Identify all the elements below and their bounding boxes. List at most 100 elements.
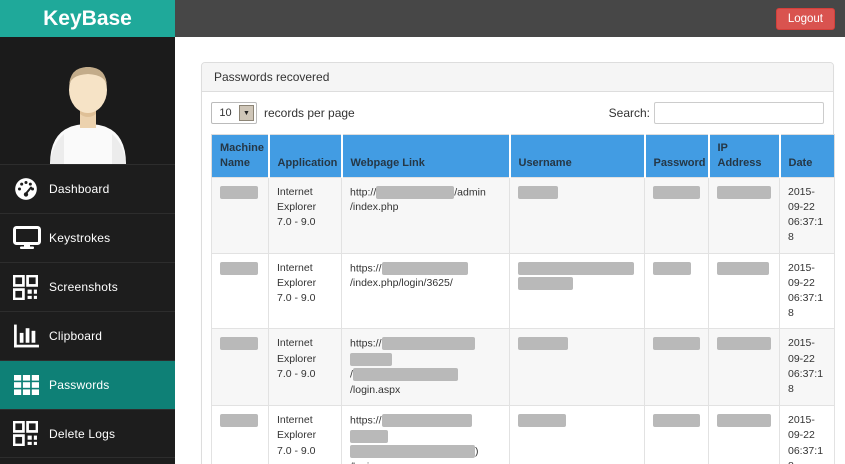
cell-machine-name xyxy=(211,176,269,254)
redacted-value xyxy=(518,261,634,275)
cell-webpage-link: http:///admin/index.php xyxy=(341,176,510,254)
redacted-value xyxy=(376,185,455,199)
records-per-page: 10 ▼ records per page xyxy=(211,102,355,124)
cell-password xyxy=(644,328,709,407)
app-title: KeyBase xyxy=(43,6,132,30)
search-label: Search: xyxy=(608,106,650,120)
panel-body: 10 ▼ records per page Search: Machine Na… xyxy=(202,92,835,464)
redacted-value xyxy=(717,337,771,351)
bar-chart-icon xyxy=(13,322,49,350)
chevron-down-icon: ▼ xyxy=(239,105,254,121)
cell-date: 2015-09-22 06:37:18 xyxy=(779,405,835,464)
sidebar-item-delete-logs[interactable]: Delete Logs xyxy=(0,409,175,458)
search-bar: Search: xyxy=(609,102,824,124)
table-controls: 10 ▼ records per page Search: xyxy=(211,102,824,124)
table-row: Internet Explorer 7.0 - 9.0 https:///inde… xyxy=(211,252,835,330)
redacted-value xyxy=(518,337,568,351)
cell-webpage-link: https:///index.php/login/3625/ xyxy=(341,252,510,330)
column-header-webpage-link[interactable]: Webpage Link xyxy=(340,134,510,178)
search-input[interactable] xyxy=(654,102,824,124)
cell-webpage-link: https://)/login.aspx xyxy=(341,405,510,464)
sidebar-item-screenshots[interactable]: Screenshots xyxy=(0,262,175,311)
top-bar: Logout xyxy=(175,0,845,37)
redacted-value xyxy=(350,445,475,459)
redacted-value xyxy=(653,337,700,351)
records-per-page-value: 10 xyxy=(219,107,232,119)
cell-application: Internet Explorer 7.0 - 9.0 xyxy=(268,176,342,254)
cell-machine-name xyxy=(211,252,269,330)
table-header-row: Machine Name Application Webpage Link Usern… xyxy=(211,134,835,178)
sidebar: Dashboard Keystrokes Screenshots Clipboa… xyxy=(0,37,175,464)
monitor-icon xyxy=(13,224,49,252)
cell-ip-address xyxy=(708,405,780,464)
passwords-panel: Passwords recovered 10 ▼ records per pag… xyxy=(201,62,835,464)
user-avatar-image xyxy=(49,67,126,164)
redacted-value xyxy=(220,337,258,351)
redacted-value xyxy=(352,368,458,382)
redacted-value xyxy=(381,414,472,428)
redacted-value xyxy=(717,185,771,199)
redacted-value xyxy=(518,185,558,199)
cell-application: Internet Explorer 7.0 - 9.0 xyxy=(268,405,342,464)
keybase-app: KeyBase Logout Dashboard Keystrokes Scre… xyxy=(0,0,845,464)
column-header-date[interactable]: Date xyxy=(778,134,835,178)
brand-header: KeyBase xyxy=(0,0,175,37)
cell-date: 2015-09-22 06:37:18 xyxy=(779,176,835,254)
column-header-username[interactable]: Username xyxy=(508,134,645,178)
sidebar-item-label: Delete Logs xyxy=(49,426,116,441)
cell-machine-name xyxy=(211,328,269,407)
passwords-table-body: Internet Explorer 7.0 - 9.0 http:///admin… xyxy=(211,176,835,464)
redacted-value xyxy=(381,261,468,275)
cell-username xyxy=(509,328,645,407)
table-row: Internet Explorer 7.0 - 9.0 https:////log… xyxy=(211,328,835,407)
cell-date: 2015-09-22 06:37:18 xyxy=(779,328,835,407)
redacted-value xyxy=(518,277,573,291)
sidebar-item-passwords[interactable]: Passwords xyxy=(0,360,175,409)
redacted-value xyxy=(653,414,700,428)
column-header-machine-name[interactable]: Machine Name xyxy=(211,134,269,178)
column-header-password[interactable]: Password xyxy=(643,134,709,178)
cell-application: Internet Explorer 7.0 - 9.0 xyxy=(268,328,342,407)
table-row: Internet Explorer 7.0 - 9.0 http:///admin… xyxy=(211,176,835,254)
redacted-value xyxy=(350,352,392,366)
sidebar-item-label: Dashboard xyxy=(49,182,110,196)
sidebar-item-dashboard[interactable]: Dashboard xyxy=(0,164,175,213)
cell-webpage-link: https:////login.aspx xyxy=(341,328,510,407)
sidebar-item-label: Clipboard xyxy=(49,329,103,343)
passwords-table: Machine Name Application Webpage Link Usern… xyxy=(211,134,835,464)
table-row: Internet Explorer 7.0 - 9.0https://)/log… xyxy=(211,405,835,464)
cell-ip-address xyxy=(708,176,780,254)
redacted-value xyxy=(653,185,700,199)
column-header-ip-address[interactable]: IP Address xyxy=(707,134,780,178)
cell-username xyxy=(509,405,645,464)
logout-button[interactable]: Logout xyxy=(775,7,835,30)
records-per-page-select[interactable]: 10 ▼ xyxy=(211,102,257,124)
column-header-application[interactable]: Application xyxy=(267,134,342,178)
sidebar-item-label: Screenshots xyxy=(49,280,118,294)
table-icon xyxy=(13,371,49,399)
cell-machine-name xyxy=(211,405,269,464)
sidebar-item-keystrokes[interactable]: Keystrokes xyxy=(0,213,175,262)
sidebar-item-clipboard[interactable]: Clipboard xyxy=(0,311,175,360)
cell-username xyxy=(509,252,645,330)
redacted-value xyxy=(220,261,258,275)
redacted-value xyxy=(220,185,258,199)
main-content: Passwords recovered 10 ▼ records per pag… xyxy=(175,37,845,464)
redacted-value xyxy=(653,261,691,275)
redacted-value xyxy=(350,429,388,443)
redacted-value xyxy=(518,414,566,428)
qrcode-icon xyxy=(13,420,49,448)
cell-username xyxy=(509,176,645,254)
sidebar-item-label: Keystrokes xyxy=(49,231,111,245)
avatar xyxy=(0,37,175,164)
passwords-table-head: Machine Name Application Webpage Link Usern… xyxy=(211,134,835,178)
cell-date: 2015-09-22 06:37:18 xyxy=(779,252,835,330)
qrcode-icon xyxy=(13,273,49,301)
cell-application: Internet Explorer 7.0 - 9.0 xyxy=(268,252,342,330)
cell-password xyxy=(644,252,709,330)
redacted-value xyxy=(717,261,769,275)
sidebar-item-label: Passwords xyxy=(49,378,110,392)
redacted-value xyxy=(381,337,475,351)
cell-password xyxy=(644,176,709,254)
cell-ip-address xyxy=(708,252,780,330)
